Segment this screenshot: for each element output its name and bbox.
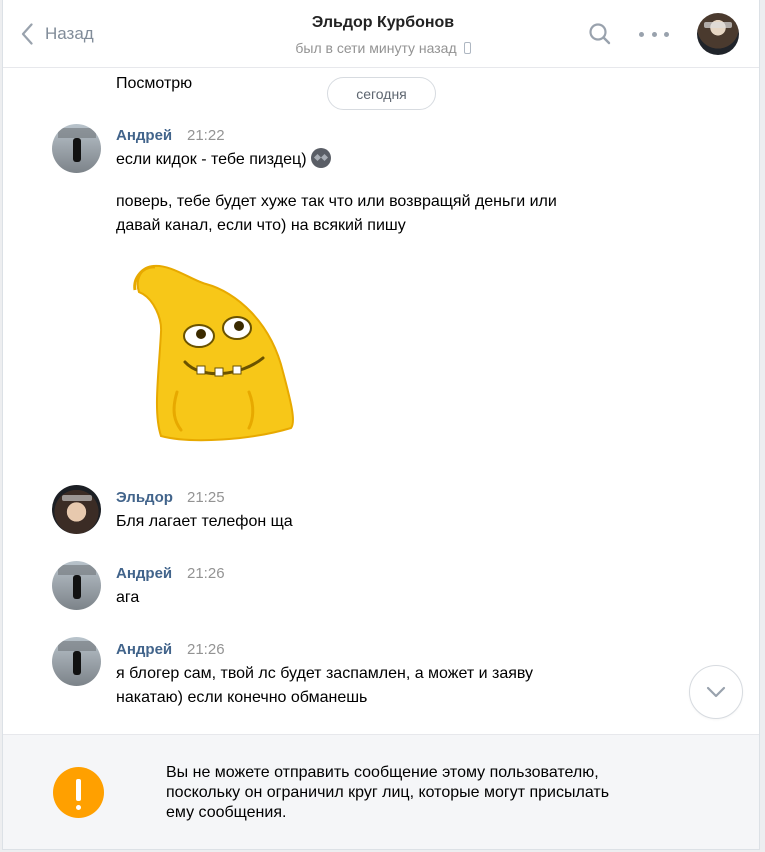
restriction-text-line: Вы не можете отправить сообщение этому п… [166, 764, 599, 781]
avatar[interactable] [52, 637, 101, 686]
phone-icon [463, 42, 471, 54]
message-text: я блогер сам, твой лс будет заспамлен, а… [116, 665, 534, 682]
chat-window: Назад Эльдор Курбонов был в сети минуту … [2, 0, 760, 850]
date-divider: сегодня [327, 77, 436, 110]
message-text: накатаю) если конечно обманешь [116, 689, 368, 706]
online-status: был в сети минуту назад [203, 38, 563, 58]
avatar[interactable] [52, 561, 101, 610]
message-time[interactable]: 21:22 [187, 126, 225, 146]
restriction-text-line: поскольку он ограничил круг лиц, которые… [166, 784, 610, 801]
more-icon-dot [651, 31, 657, 37]
more-icon-dot [664, 31, 669, 37]
restriction-text: Вы не можете отправить сообщение этому п… [166, 763, 706, 823]
sender-name[interactable]: Андрей [116, 126, 172, 146]
message-text: давай канал, если что) на всякий пишу [116, 217, 406, 234]
message-time[interactable]: 21:26 [187, 564, 225, 584]
message-text: Бля лагает телефон ща [116, 513, 293, 530]
chat-header: Назад Эльдор Курбонов был в сети минуту … [3, 0, 759, 68]
conversation-title-block[interactable]: Эльдор Курбонов был в сети минуту назад [203, 12, 563, 58]
restriction-text-line: ему сообщения. [166, 804, 287, 821]
back-button[interactable]: Назад [21, 20, 94, 48]
emoji-icon [310, 148, 331, 168]
sender-name[interactable]: Эльдор [116, 488, 173, 508]
avatar[interactable] [697, 13, 739, 55]
warning-icon [53, 767, 104, 818]
more-icon [639, 31, 644, 37]
message-time[interactable]: 21:25 [187, 488, 225, 508]
chevron-left-icon [21, 23, 33, 45]
message-time[interactable]: 21:26 [187, 640, 225, 660]
sender-name[interactable]: Андрей [116, 640, 172, 660]
avatar[interactable] [52, 124, 101, 173]
search-button[interactable] [588, 22, 612, 46]
warning-icon-mark [76, 778, 81, 810]
search-icon [589, 23, 611, 45]
message-history[interactable]: Посмотрю сегодня Андрей 21:22 если кидок… [3, 68, 759, 734]
message-text-content: если кидок - тебе пиздец) [116, 151, 307, 168]
page-title: Эльдор Курбонов [311, 14, 455, 31]
chevron-down-icon [706, 686, 726, 698]
back-label: Назад [45, 24, 94, 43]
scroll-down-button[interactable] [689, 665, 743, 719]
online-status-text: был в сети минуту назад [295, 40, 457, 56]
message-text: если кидок - тебе пиздец) [116, 148, 331, 172]
sender-name[interactable]: Андрей [116, 564, 172, 584]
more-button[interactable] [639, 22, 669, 46]
write-restriction-notice: Вы не можете отправить сообщение этому п… [3, 734, 759, 849]
message-text: ага [116, 589, 140, 606]
message-text: поверь, тебе будет хуже так что или возв… [116, 193, 557, 210]
banana-sticker[interactable] [131, 262, 301, 442]
avatar[interactable] [52, 485, 101, 534]
previous-message-text: Посмотрю [116, 75, 193, 92]
